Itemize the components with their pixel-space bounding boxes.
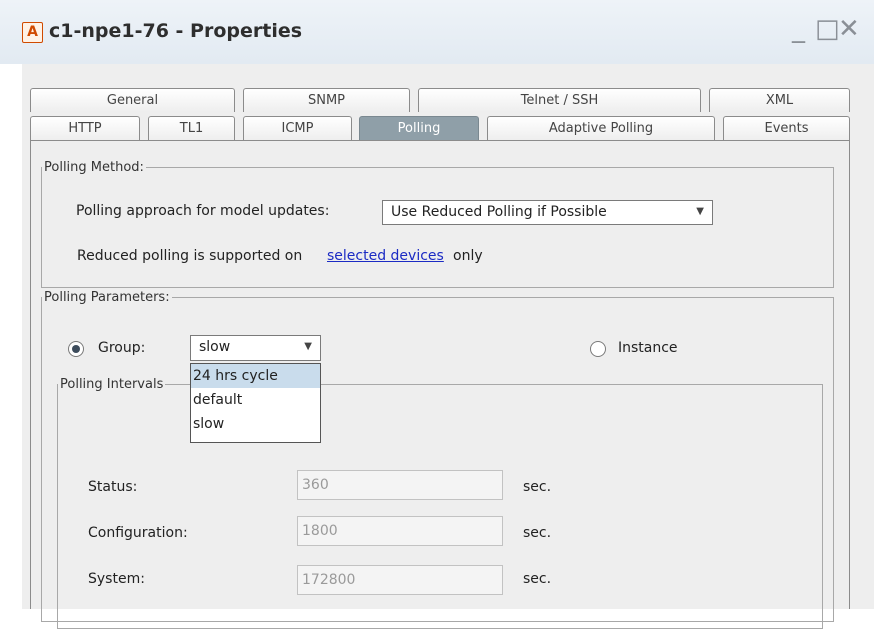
system-field[interactable]: 172800 (297, 565, 503, 595)
group-select-value: slow (199, 339, 231, 355)
system-unit: sec. (523, 571, 552, 587)
chevron-down-icon: ▼ (696, 206, 704, 217)
close-icon[interactable]: ✕ (838, 14, 860, 44)
polling-intervals-legend: Polling Intervals (60, 377, 164, 392)
tab-icmp[interactable]: ICMP (243, 116, 352, 140)
app-logo-icon: A (22, 22, 43, 43)
radio-selected-dot (72, 345, 80, 353)
tab-polling[interactable]: Polling (359, 116, 479, 140)
configuration-unit: sec. (523, 525, 552, 541)
group-option-default[interactable]: default (191, 388, 320, 412)
status-unit: sec. (523, 479, 552, 495)
instance-label: Instance (618, 340, 678, 356)
group-option-slow[interactable]: slow (191, 412, 320, 436)
title-bar: A c1-npe1-76 - Properties _ □ ✕ (0, 0, 874, 64)
chevron-down-icon: ▼ (304, 341, 312, 352)
polling-approach-value: Use Reduced Polling if Possible (391, 204, 607, 220)
polling-approach-select[interactable]: Use Reduced Polling if Possible ▼ (382, 200, 713, 225)
polling-parameters-legend: Polling Parameters: (44, 290, 170, 305)
configuration-field[interactable]: 1800 (297, 516, 503, 546)
group-radio[interactable] (68, 341, 84, 357)
tab-adaptive-polling[interactable]: Adaptive Polling (487, 116, 715, 140)
window-title: c1-npe1-76 - Properties (49, 20, 303, 42)
system-label: System: (88, 571, 145, 587)
instance-radio[interactable] (590, 341, 606, 357)
group-dropdown-list[interactable]: 24 hrs cycle default slow (190, 363, 321, 443)
reduced-polling-note-suffix: only (453, 248, 483, 264)
configuration-label: Configuration: (88, 525, 188, 541)
selected-devices-link[interactable]: selected devices (327, 248, 444, 264)
tab-snmp[interactable]: SNMP (243, 88, 410, 112)
status-field[interactable]: 360 (297, 470, 503, 500)
status-label: Status: (88, 479, 138, 495)
group-option-24-hrs-cycle[interactable]: 24 hrs cycle (191, 364, 320, 388)
group-label: Group: (98, 340, 146, 356)
maximize-icon[interactable]: □ (815, 14, 840, 44)
tab-http[interactable]: HTTP (30, 116, 140, 140)
tab-xml[interactable]: XML (709, 88, 850, 112)
tab-events[interactable]: Events (723, 116, 850, 140)
polling-approach-label: Polling approach for model updates: (76, 203, 330, 219)
tab-general[interactable]: General (30, 88, 235, 112)
tab-tl1[interactable]: TL1 (148, 116, 235, 140)
reduced-polling-note: Reduced polling is supported on (77, 248, 303, 264)
polling-method-legend: Polling Method: (44, 160, 144, 175)
tab-telnet-ssh[interactable]: Telnet / SSH (418, 88, 701, 112)
minimize-icon[interactable]: _ (792, 14, 805, 44)
group-select[interactable]: slow ▼ (190, 335, 321, 361)
